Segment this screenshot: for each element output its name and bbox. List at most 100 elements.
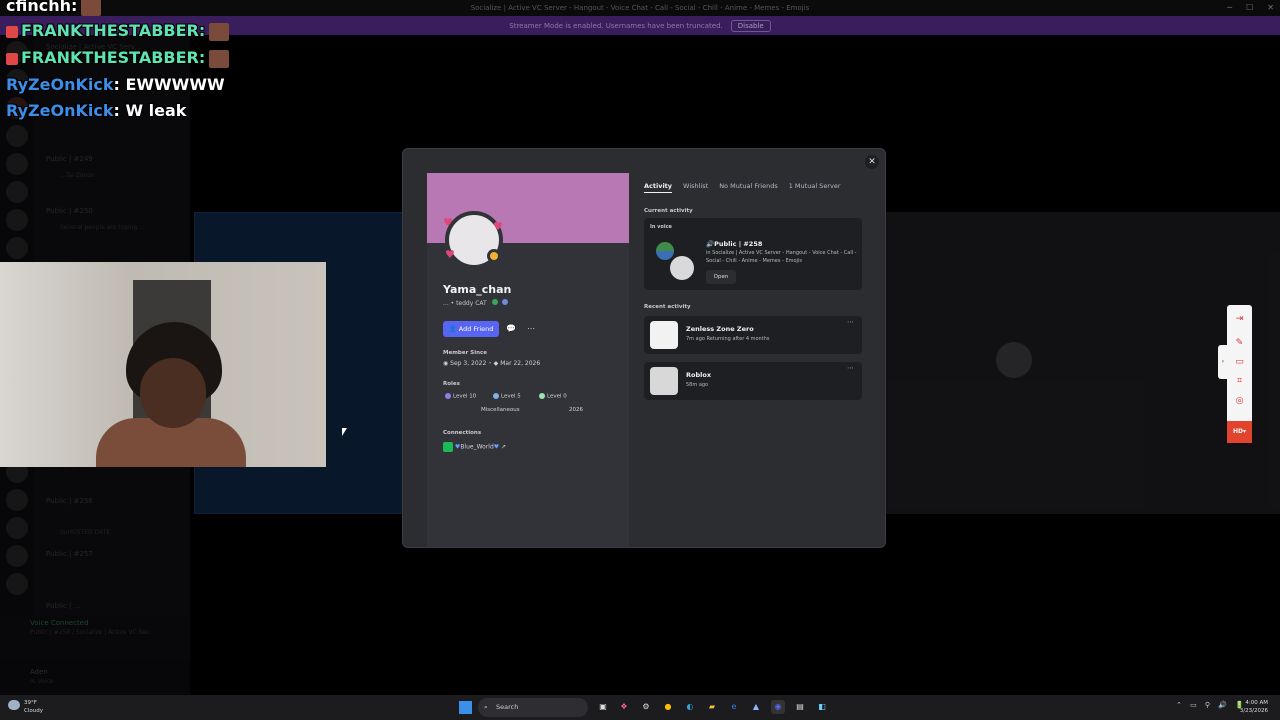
clock-time: 4:00 AM	[1245, 700, 1268, 706]
copilot-icon[interactable]: ❖	[617, 700, 631, 714]
member-since-discord-date: Sep 3, 2022	[450, 360, 487, 367]
heart-decoration-icon: ♥	[493, 220, 503, 233]
disable-streamer-button[interactable]: Disable	[730, 19, 771, 32]
tab-mutual-friends[interactable]: No Mutual Friends	[719, 182, 778, 193]
edge-browser-icon[interactable]: e	[727, 700, 741, 714]
system-tray[interactable]: ⌃ ▭ ⚲ 🔊 🔋	[1176, 701, 1247, 709]
role-pill[interactable]: Level 10	[445, 393, 476, 400]
tab-mutual-servers[interactable]: 1 Mutual Server	[789, 182, 841, 193]
app-icon[interactable]: ▲	[749, 700, 763, 714]
role-label: Level 5	[501, 393, 521, 400]
taskbar: 39°F Cloudy ⌕ Search ▣ ❖ ⚙ ● ◐ ▰ e ▲ ◉ ▤ …	[0, 695, 1280, 720]
add-friend-button[interactable]: 👤 Add Friend	[443, 321, 499, 337]
game-activity-card[interactable]: Zenless Zone Zero 7m ago Returning after…	[644, 316, 862, 354]
chat-username: FRANKTHESTABBER:	[21, 48, 206, 67]
role-color-icon	[539, 393, 545, 399]
voice-channel-name: Public | #258	[714, 240, 763, 248]
heart-icon: ♥	[493, 443, 500, 451]
window-controls: ─ ☐ ✕	[1227, 0, 1274, 16]
discord-icon[interactable]: ◉	[771, 700, 785, 714]
current-activity-label: Current activity	[644, 208, 693, 214]
message-icon[interactable]: 💬	[503, 321, 519, 337]
game-meta: 58m ago	[686, 382, 709, 388]
windows-start-icon[interactable]	[459, 701, 472, 714]
pen-icon[interactable]: ✎	[1233, 337, 1246, 350]
discord-icon: ◉	[443, 360, 449, 367]
chat-line: FRANKTHESTABBER:	[6, 48, 230, 68]
role-pill[interactable]: Miscellaneous	[481, 407, 520, 413]
chrome-icon[interactable]: ●	[661, 700, 675, 714]
tab-wishlist[interactable]: Wishlist	[683, 182, 708, 193]
chat-line: cfinchh:	[6, 0, 102, 16]
participant-avatar	[670, 256, 694, 280]
chat-username: RyZeOnKick	[6, 101, 114, 120]
role-color-icon	[493, 393, 499, 399]
role-label: Level 0	[547, 393, 567, 400]
settings-icon[interactable]: ⚙	[639, 700, 653, 714]
game-title: Zenless Zone Zero	[686, 325, 754, 333]
chat-line: RyZeOnKick: W leak	[6, 101, 186, 120]
heart-decoration-icon: ♥	[443, 216, 453, 229]
role-pill[interactable]: 2026	[569, 407, 583, 413]
more-options-icon[interactable]: ⋯	[847, 318, 854, 326]
role-label: 2026	[569, 407, 583, 413]
role-pill[interactable]: Level 5	[493, 393, 521, 400]
app-icon[interactable]: ◧	[815, 700, 829, 714]
chat-message: : EWWWWW	[113, 75, 225, 94]
tab-activity[interactable]: Activity	[644, 182, 673, 193]
role-label: Level 10	[453, 393, 477, 400]
taskbar-search[interactable]: ⌕ Search	[478, 698, 588, 717]
mouse-cursor-icon	[342, 428, 347, 436]
game-meta: 7m ago Returning after 4 months	[686, 336, 770, 342]
connections-label: Connections	[443, 430, 482, 436]
task-view-icon[interactable]: ▣	[596, 700, 610, 714]
sword-badge-icon	[6, 52, 18, 65]
temperature: 39°F	[24, 700, 37, 706]
more-options-icon[interactable]: ⋯	[523, 321, 539, 337]
screen-tool-panel: ⇥ ✎ ▭ ⌗ ◎ HD▾	[1227, 305, 1252, 443]
open-button[interactable]: Open	[706, 270, 736, 284]
maximize-icon[interactable]: ☐	[1246, 0, 1253, 16]
game-activity-card[interactable]: Roblox 58m ago ⋯	[644, 362, 862, 400]
game-title: Roblox	[686, 371, 712, 379]
profile-tabs: Activity Wishlist No Mutual Friends 1 Mu…	[644, 182, 841, 193]
hd-button[interactable]: HD▾	[1227, 421, 1252, 443]
terminal-icon[interactable]: ▤	[793, 700, 807, 714]
member-since-server-date: Mar 22, 2026	[500, 360, 541, 367]
record-icon[interactable]: ◎	[1233, 395, 1246, 408]
file-explorer-icon[interactable]: ▰	[705, 700, 719, 714]
rectangle-icon[interactable]: ▭	[1233, 356, 1246, 369]
crop-icon[interactable]: ⌗	[1233, 375, 1246, 388]
search-icon: ⌕	[484, 703, 488, 711]
clock[interactable]: 4:00 AM 3/23/2026	[1240, 699, 1268, 715]
role-label: Miscellaneous	[481, 407, 520, 413]
zenless-zone-zero-icon	[650, 321, 678, 349]
weather-widget[interactable]: 39°F Cloudy	[24, 699, 43, 715]
minimize-icon[interactable]: ─	[1227, 0, 1232, 16]
streamer-notice: Streamer Mode is enabled. Usernames have…	[509, 21, 723, 30]
connection-item[interactable]: ♥Blue_World♥ ↗	[443, 442, 506, 452]
search-label: Search	[496, 703, 519, 711]
more-options-icon[interactable]: ⋯	[847, 364, 854, 372]
chat-username: cfinchh:	[6, 0, 78, 15]
emote-icon	[209, 49, 230, 68]
window-titlebar: Socialize | Active VC Server - Hangout -…	[0, 0, 1280, 16]
close-icon[interactable]: ✕	[865, 155, 879, 169]
edge-icon[interactable]: ◐	[683, 700, 697, 714]
clock-date: 3/23/2026	[1239, 708, 1268, 714]
role-color-icon	[445, 393, 451, 399]
role-pill[interactable]: Level 0	[539, 393, 567, 400]
exit-icon[interactable]: ⇥	[1233, 313, 1246, 326]
chat-line: RyZeOnKick: EWWWWW	[6, 75, 225, 94]
add-user-icon: 👤	[448, 325, 457, 333]
chat-username: FRANKTHESTABBER:	[21, 21, 206, 40]
voice-channel-desc: in Socialize | Active VC Server - Hangou…	[706, 250, 857, 264]
voice-activity-card: In voice 🔊Public | #258 in Socialize | A…	[644, 218, 862, 290]
webcam-person	[96, 322, 246, 467]
external-link-icon[interactable]: ↗	[501, 444, 506, 451]
member-since-discord: ◉ Sep 3, 2022 • ◆ Mar 22, 2026	[443, 360, 541, 367]
roblox-icon	[650, 367, 678, 395]
avatar[interactable]: ♥ ♥ ♥	[443, 211, 503, 269]
close-window-icon[interactable]: ✕	[1267, 0, 1274, 16]
chat-username: RyZeOnKick	[6, 75, 114, 94]
